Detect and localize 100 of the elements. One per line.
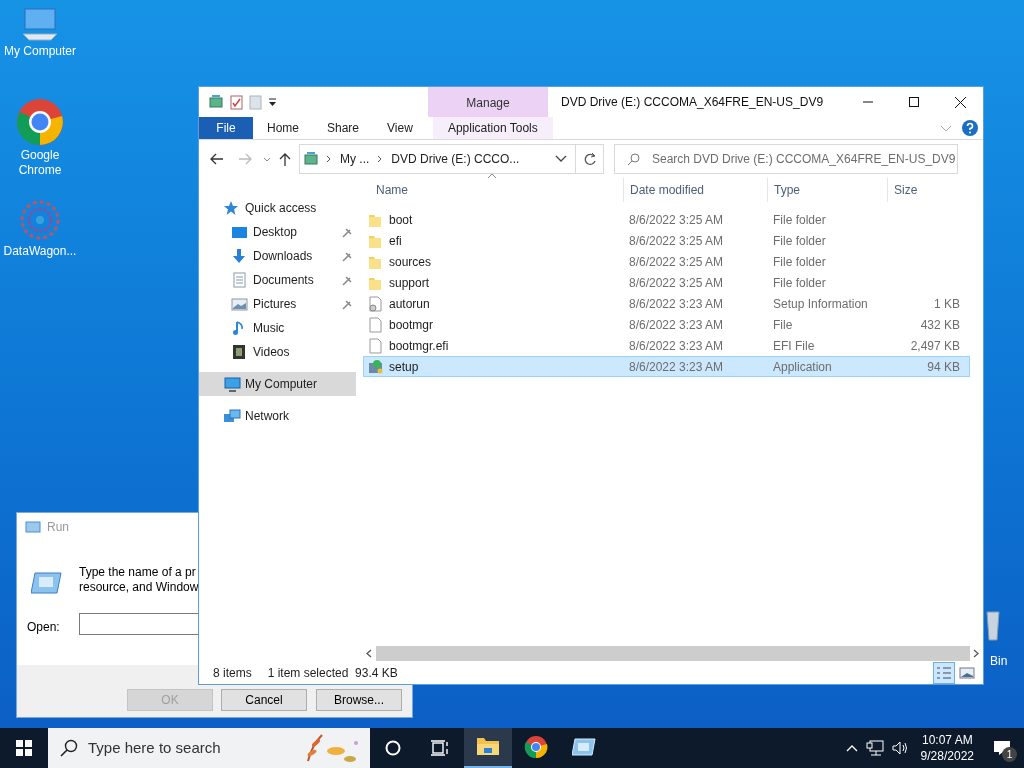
details-view-icon[interactable] <box>933 661 955 684</box>
refresh-icon <box>582 152 597 166</box>
breadcrumb[interactable]: My ... <box>340 150 370 168</box>
size-cell-text: 1 KB <box>933 295 960 313</box>
date-cell-text: 8/6/2022 3:23 AM <box>628 316 725 334</box>
file-row[interactable]: autorun 8/6/2022 3:23 AM Setup Information 1 KB <box>363 293 970 314</box>
file-name: setup <box>389 358 419 376</box>
ribbon-tab[interactable]: Share <box>313 117 374 139</box>
notifications-button[interactable]: 1 <box>980 728 1024 768</box>
column-header[interactable]: Name <box>363 178 623 202</box>
up-icon <box>279 152 291 166</box>
network-icon <box>865 740 884 756</box>
contextual-tab-group: Manage <box>428 87 548 117</box>
chrome-icon <box>16 98 64 146</box>
type-cell-text: EFI File <box>772 337 816 355</box>
column-header[interactable]: Type <box>767 178 887 202</box>
notification-badge: 1 <box>1002 747 1017 762</box>
taskbar-app-button[interactable] <box>464 728 512 768</box>
nav-item[interactable]: Desktop <box>199 220 356 244</box>
nav-item[interactable]: Quick access <box>199 196 356 220</box>
scrollbar-thumb[interactable] <box>376 646 970 661</box>
type-cell-text: File folder <box>772 232 827 250</box>
desktop-icon-label[interactable]: DataWagon... <box>2 244 78 259</box>
run-icon <box>25 520 41 534</box>
file-row[interactable]: support 8/6/2022 3:25 AM File folder <box>363 272 970 293</box>
type-cell-text: File folder <box>772 253 827 271</box>
file-row[interactable]: efi 8/6/2022 3:25 AM File folder <box>363 230 970 251</box>
file-row[interactable]: sources 8/6/2022 3:25 AM File folder <box>363 251 970 272</box>
description-text: resource, and Window <box>79 580 199 595</box>
new-folder-icon <box>249 94 262 110</box>
breadcrumb[interactable]: DVD Drive (E:) CCCO... <box>391 150 520 168</box>
scroll-left-icon <box>366 649 373 658</box>
desktop-icon <box>231 224 249 240</box>
file-row[interactable]: boot 8/6/2022 3:25 AM File folder <box>363 209 970 230</box>
drive-icon <box>209 95 223 109</box>
search-icon <box>60 739 78 757</box>
date-cell-text: 8/6/2022 3:23 AM <box>628 358 725 376</box>
nav-item[interactable]: My Computer <box>199 372 356 396</box>
description-text: Type the name of a pr <box>79 565 197 580</box>
ribbon-tab[interactable]: Home <box>253 117 313 139</box>
properties-icon <box>229 94 243 110</box>
ribbon-tab[interactable]: File <box>199 117 253 139</box>
search-field[interactable]: Search DVD Drive (E:) CCCOMA_X64FRE_EN-US_DV9 <box>614 144 958 174</box>
taskbar-search-field[interactable]: Type here to search <box>48 728 370 768</box>
desktop-icon-label[interactable]: Google Chrome <box>2 148 78 178</box>
nav-item[interactable]: Network <box>199 404 356 428</box>
run-icon <box>31 569 63 597</box>
flower-icon <box>18 198 62 242</box>
open-label: Open: <box>27 619 60 636</box>
file-icon <box>368 316 383 333</box>
ribbon-tab[interactable]: View <box>373 117 427 139</box>
file-row[interactable]: bootmgr.efi 8/6/2022 3:23 AM EFI File 2,497 KB <box>363 335 970 356</box>
date-cell-text: 8/6/2022 3:25 AM <box>628 211 725 229</box>
nav-item[interactable]: Pictures <box>199 292 356 316</box>
large-icons-view-icon[interactable] <box>959 664 975 681</box>
file-row[interactable]: setup 8/6/2022 3:23 AM Application 94 KB <box>363 356 970 377</box>
dialog-button[interactable]: Cancel <box>221 689 307 711</box>
file-name: autorun <box>389 295 430 313</box>
network-icon <box>223 408 241 424</box>
forward-icon <box>237 153 253 165</box>
status-text: 1 item selected 93.4 KB <box>267 664 398 682</box>
computer-icon <box>21 8 59 42</box>
chevron-icon <box>940 123 952 133</box>
size-cell-text: 2,497 KB <box>909 337 960 355</box>
open-field[interactable] <box>79 613 198 635</box>
chevron-icon <box>377 155 384 163</box>
address-bar[interactable]: My ... DVD Drive (E:) CCCO... <box>299 144 604 174</box>
size-cell-text: 94 KB <box>926 358 960 376</box>
windows-logo-icon <box>16 740 32 756</box>
type-cell-text: Setup Information <box>772 295 869 313</box>
search-placeholder: Search DVD Drive (E:) CCCOMA_X64FRE_EN-US_DV9 <box>652 151 956 168</box>
nav-item[interactable]: Documents <box>199 268 356 292</box>
chevron-up-icon <box>845 743 858 753</box>
dialog-button[interactable]: Browse... <box>316 689 402 711</box>
status-text: 8 items <box>213 664 252 682</box>
date-cell-text: 8/6/2022 3:25 AM <box>628 253 725 271</box>
task-view-icon <box>431 740 449 756</box>
maximize-icon <box>909 97 919 107</box>
date-cell-text: 8/6/2022 3:23 AM <box>628 295 725 313</box>
sort-icon <box>487 173 497 179</box>
pictures-icon <box>231 296 249 312</box>
date-cell-text: 8/6/2022 3:25 AM <box>628 274 725 292</box>
file-name: efi <box>389 232 402 250</box>
desktop-icon-label[interactable]: Bin <box>990 652 1008 670</box>
nav-item[interactable]: Videos <box>199 340 356 364</box>
document-icon <box>231 272 249 288</box>
column-header[interactable]: Size <box>887 178 966 202</box>
circle-icon <box>385 740 401 756</box>
type-cell-text: Application <box>772 358 833 376</box>
nav-item[interactable]: Downloads <box>199 244 356 268</box>
ribbon-tab[interactable]: Application Tools <box>432 117 553 139</box>
window-title: DVD Drive (E:) CCCOMA_X64FRE_EN-US_DV9 <box>560 94 825 111</box>
type-cell-text: File folder <box>772 211 827 229</box>
help-icon <box>962 120 978 136</box>
nav-item[interactable]: Music <box>199 316 356 340</box>
file-row[interactable]: bootmgr 8/6/2022 3:23 AM File 432 KB <box>363 314 970 335</box>
file-name: bootmgr.efi <box>389 337 449 355</box>
column-header[interactable]: Date modified <box>623 178 767 202</box>
file-name: support <box>389 274 430 292</box>
search-icon <box>627 152 640 166</box>
